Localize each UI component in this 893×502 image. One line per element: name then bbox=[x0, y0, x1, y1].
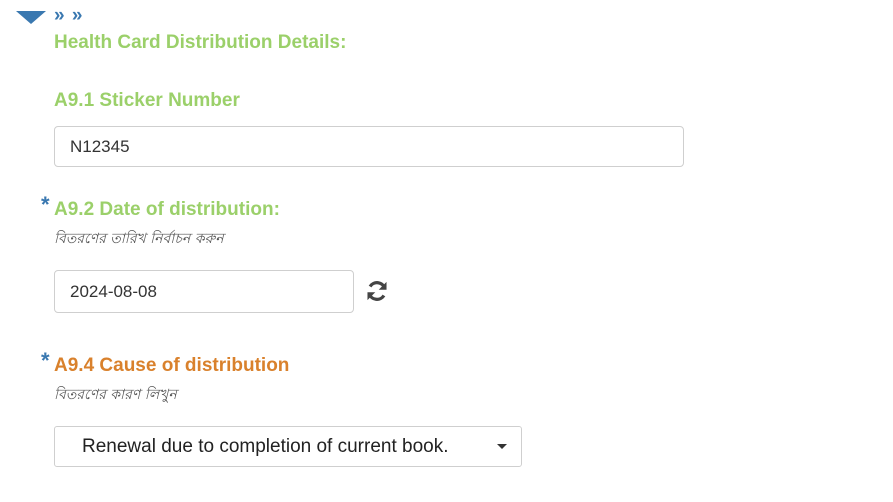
section-title: Health Card Distribution Details: bbox=[54, 32, 347, 53]
distribution-cause-selected-value: Renewal due to completion of current boo… bbox=[82, 436, 449, 457]
distribution-cause-hint: বিতরণের কারণ লিখুন bbox=[54, 387, 177, 403]
sticker-number-input[interactable] bbox=[54, 126, 684, 167]
distribution-cause-label: A9.4 Cause of distribution bbox=[54, 355, 290, 376]
required-marker: * bbox=[41, 348, 50, 373]
distribution-date-label: A9.2 Date of distribution: bbox=[54, 199, 280, 220]
double-chevron-icon[interactable]: » » bbox=[54, 5, 83, 27]
chevron-down-icon bbox=[497, 444, 507, 449]
collapse-triangle-icon[interactable] bbox=[16, 11, 46, 24]
form-page: » » Health Card Distribution Details: A9… bbox=[0, 0, 893, 502]
distribution-cause-select[interactable]: Renewal due to completion of current boo… bbox=[54, 426, 522, 467]
distribution-date-input[interactable] bbox=[54, 270, 354, 313]
refresh-icon[interactable] bbox=[364, 278, 390, 304]
sticker-number-label: A9.1 Sticker Number bbox=[54, 90, 240, 111]
distribution-date-hint: বিতরণের তারিখ নির্বাচন করুন bbox=[54, 231, 224, 247]
required-marker: * bbox=[41, 192, 50, 217]
